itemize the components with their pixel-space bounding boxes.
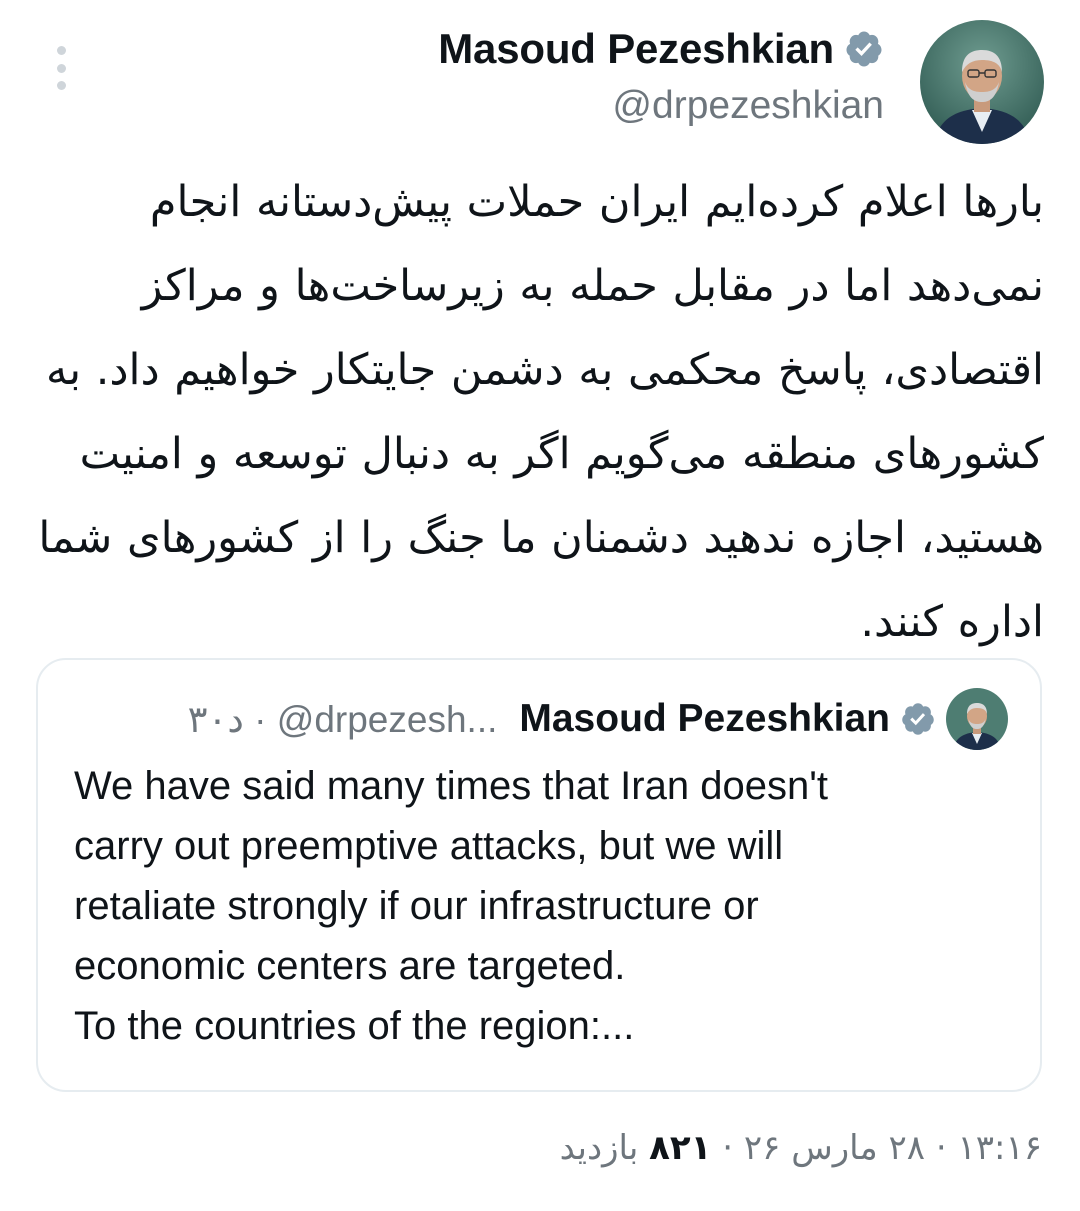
author-info[interactable]: Masoud Pezeshkian @drpezeshkian	[438, 22, 884, 132]
author-name[interactable]: Masoud Pezeshkian	[438, 22, 834, 76]
meta-separator: ·	[935, 1128, 947, 1168]
author-handle[interactable]: @drpezeshkian	[438, 80, 884, 132]
author-avatar[interactable]	[920, 20, 1044, 144]
avatar-image	[946, 688, 1008, 750]
verified-badge-icon	[902, 703, 934, 735]
quoted-tweet-avatar	[946, 688, 1008, 750]
quoted-tweet-meta: ۳۰د · @drpezesh...	[188, 698, 498, 741]
tweet-detail-view: Masoud Pezeshkian @drpezeshkian بارها اع…	[0, 0, 1080, 1211]
quoted-tweet-header: ۳۰د · @drpezesh... Masoud Pezeshkian	[188, 688, 1008, 750]
tweet-meta: ۱۳:۱۶ · ۲۸ مارس ۲۶ · ۸۲۱ بازدید	[560, 1120, 1042, 1176]
tweet-text: بارها اعلام کرده‌ایم ایران حملات پیش‌دست…	[38, 177, 1044, 647]
avatar-image	[920, 20, 1044, 144]
quoted-tweet-author-name: Masoud Pezeshkian	[519, 697, 890, 740]
quoted-tweet-handle: @drpezesh...	[276, 698, 498, 740]
views-label[interactable]: بازدید	[560, 1128, 639, 1168]
quoted-tweet-age: ۳۰د	[187, 697, 244, 741]
meta-separator: ·	[722, 1128, 734, 1168]
quoted-tweet-card[interactable]: ۳۰د · @drpezesh... Masoud Pezeshkian We …	[36, 658, 1042, 1092]
tweet-time[interactable]: ۱۳:۱۶	[957, 1128, 1042, 1168]
quoted-tweet-text: We have said many times that Iran doesn'…	[74, 764, 828, 1048]
author-name-row: Masoud Pezeshkian	[438, 22, 884, 76]
quoted-tweet-separator: ·	[254, 698, 267, 740]
views-count[interactable]: ۸۲۱	[649, 1128, 711, 1168]
more-options-icon	[56, 46, 66, 55]
tweet-date[interactable]: ۲۸ مارس ۲۶	[744, 1128, 925, 1168]
more-options-button[interactable]	[48, 46, 74, 90]
more-options-dot	[56, 81, 66, 90]
verified-badge-icon	[846, 31, 882, 67]
more-options-dot	[56, 63, 66, 73]
